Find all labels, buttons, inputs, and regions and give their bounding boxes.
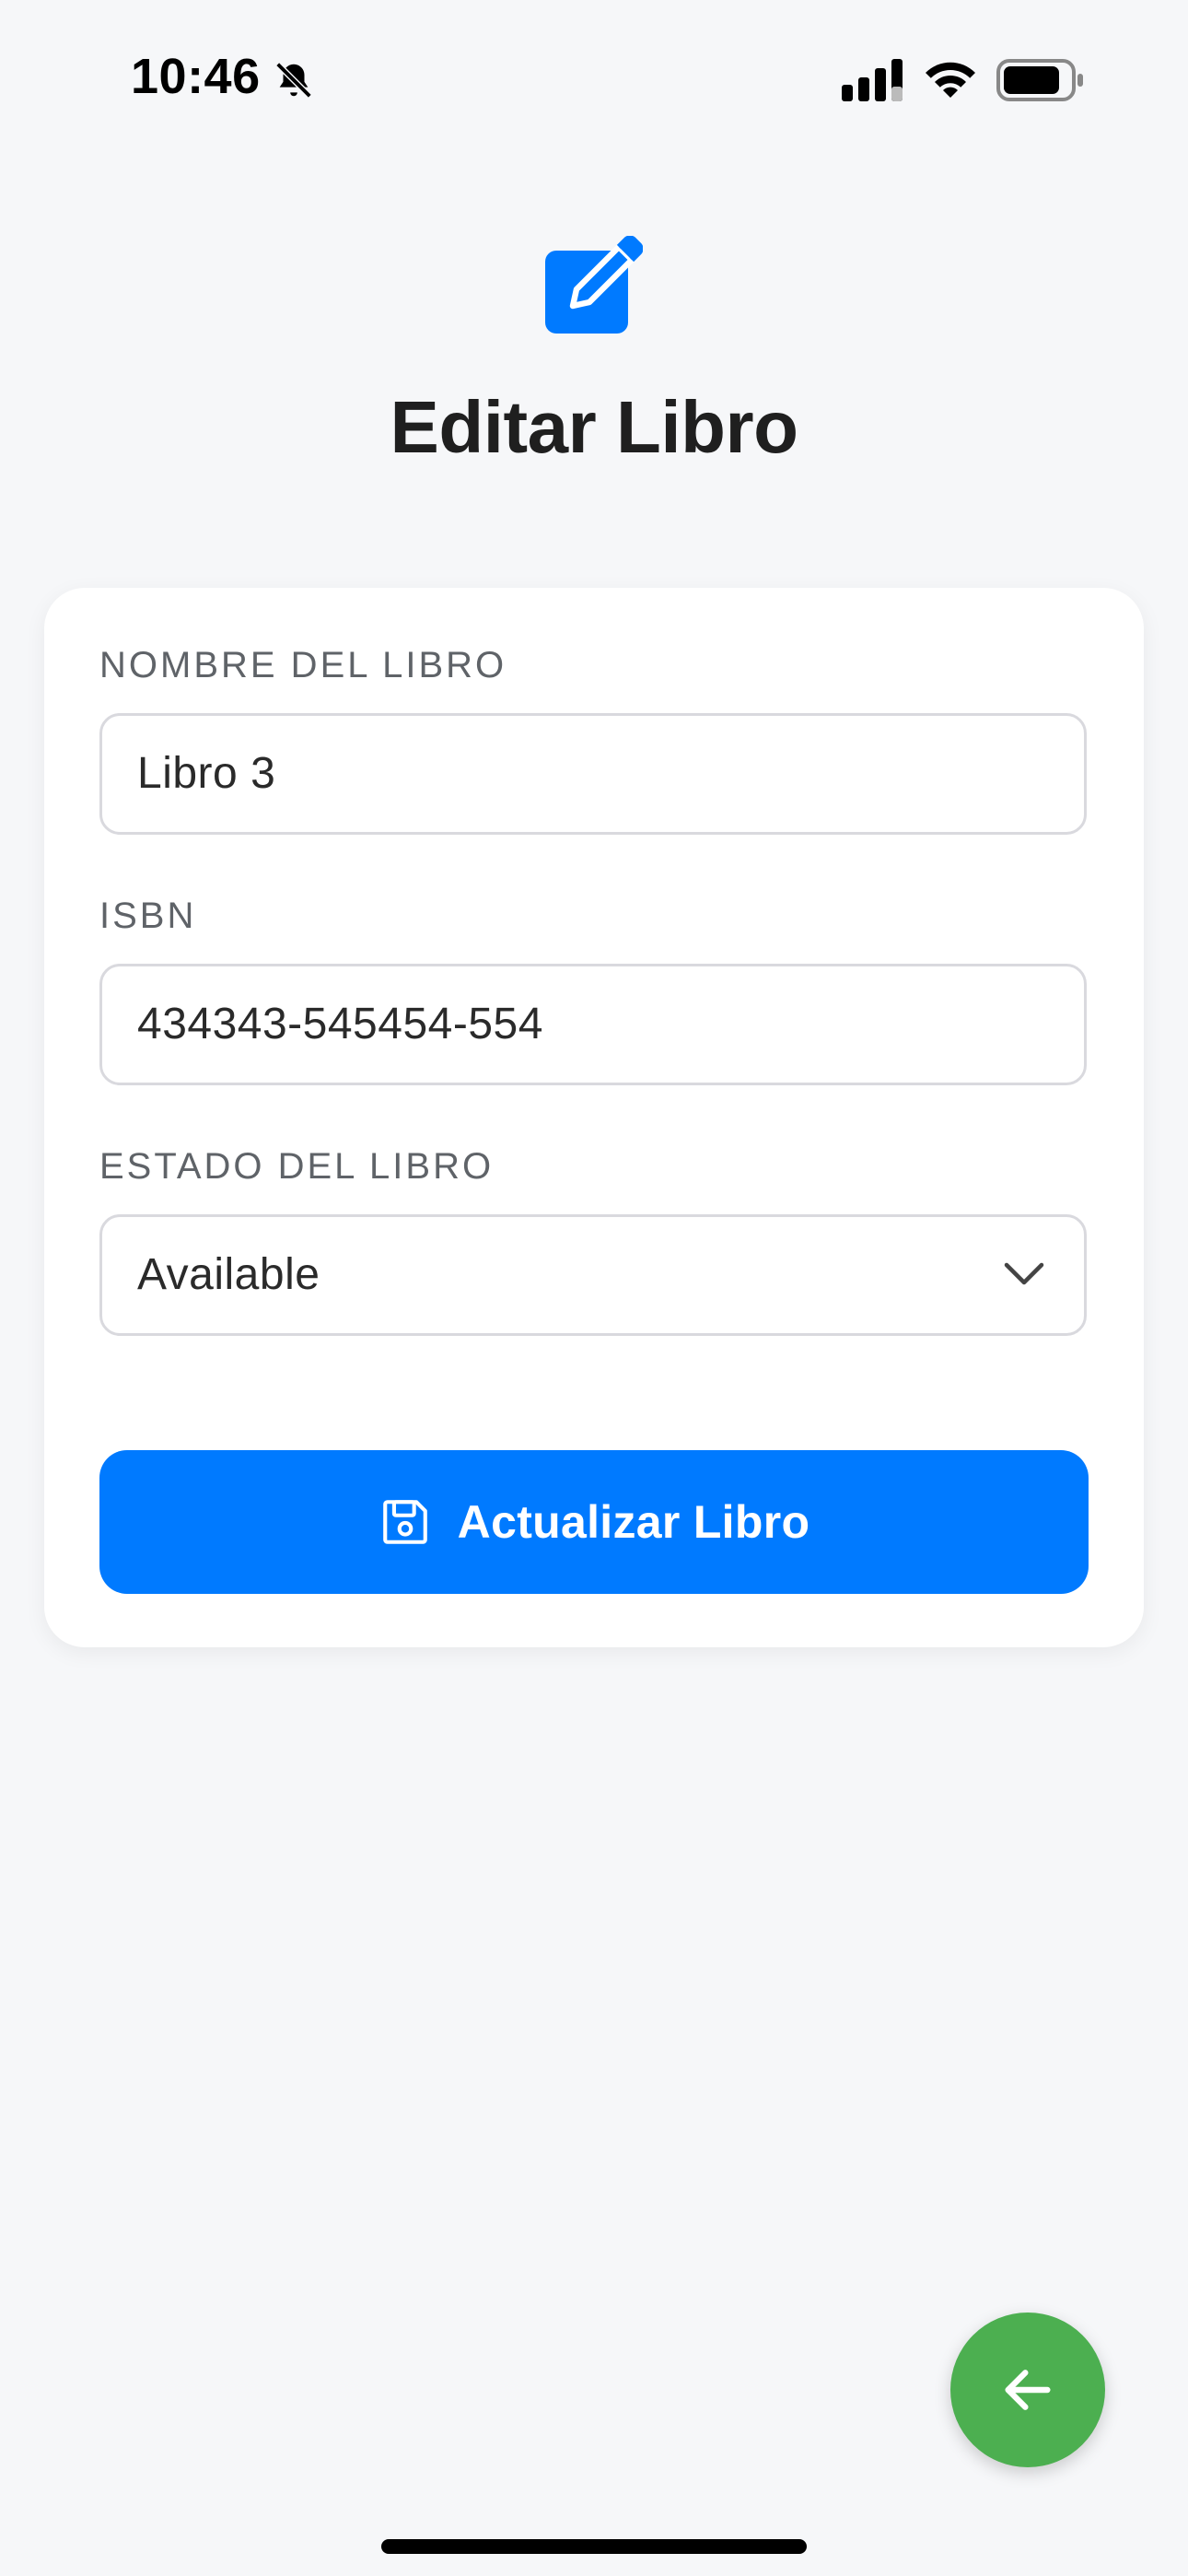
isbn-input[interactable]: 434343-545454-554 [99,964,1087,1085]
book-status-select[interactable]: Available [99,1214,1087,1336]
back-button[interactable] [950,2313,1105,2467]
book-status-label: ESTADO DEL LIBRO [99,1146,495,1187]
book-name-value: Libro 3 [137,749,276,798]
status-time: 10:46 [131,49,261,104]
book-name-label: NOMBRE DEL LIBRO [99,645,507,685]
chevron-down-icon [1004,1262,1044,1285]
update-book-button[interactable]: Actualizar Libro [99,1450,1089,1594]
arrow-left-icon [1005,2370,1051,2410]
edit-book-form-card: NOMBRE DEL LIBRO Libro 3 ISBN 434343-545… [44,588,1144,1647]
update-book-button-label: Actualizar Libro [457,1496,810,1548]
book-status-value: Available [137,1250,320,1299]
silent-bell-icon [275,62,312,99]
book-name-input[interactable]: Libro 3 [99,713,1087,835]
isbn-value: 434343-545454-554 [137,1000,543,1048]
wifi-icon [926,62,975,98]
status-bar: 10:46 [0,0,1188,157]
page-title: Editar Libro [390,386,798,468]
battery-icon [996,59,1083,101]
save-floppy-icon [382,1500,427,1544]
isbn-label: ISBN [99,896,197,936]
cellular-signal-icon [842,59,903,101]
edit-pencil-icon [545,236,643,334]
home-indicator[interactable] [381,2539,807,2554]
edit-book-screen: 10:46 Editar Libro NOMBRE DEL LIBRO Libr… [0,0,1188,2576]
